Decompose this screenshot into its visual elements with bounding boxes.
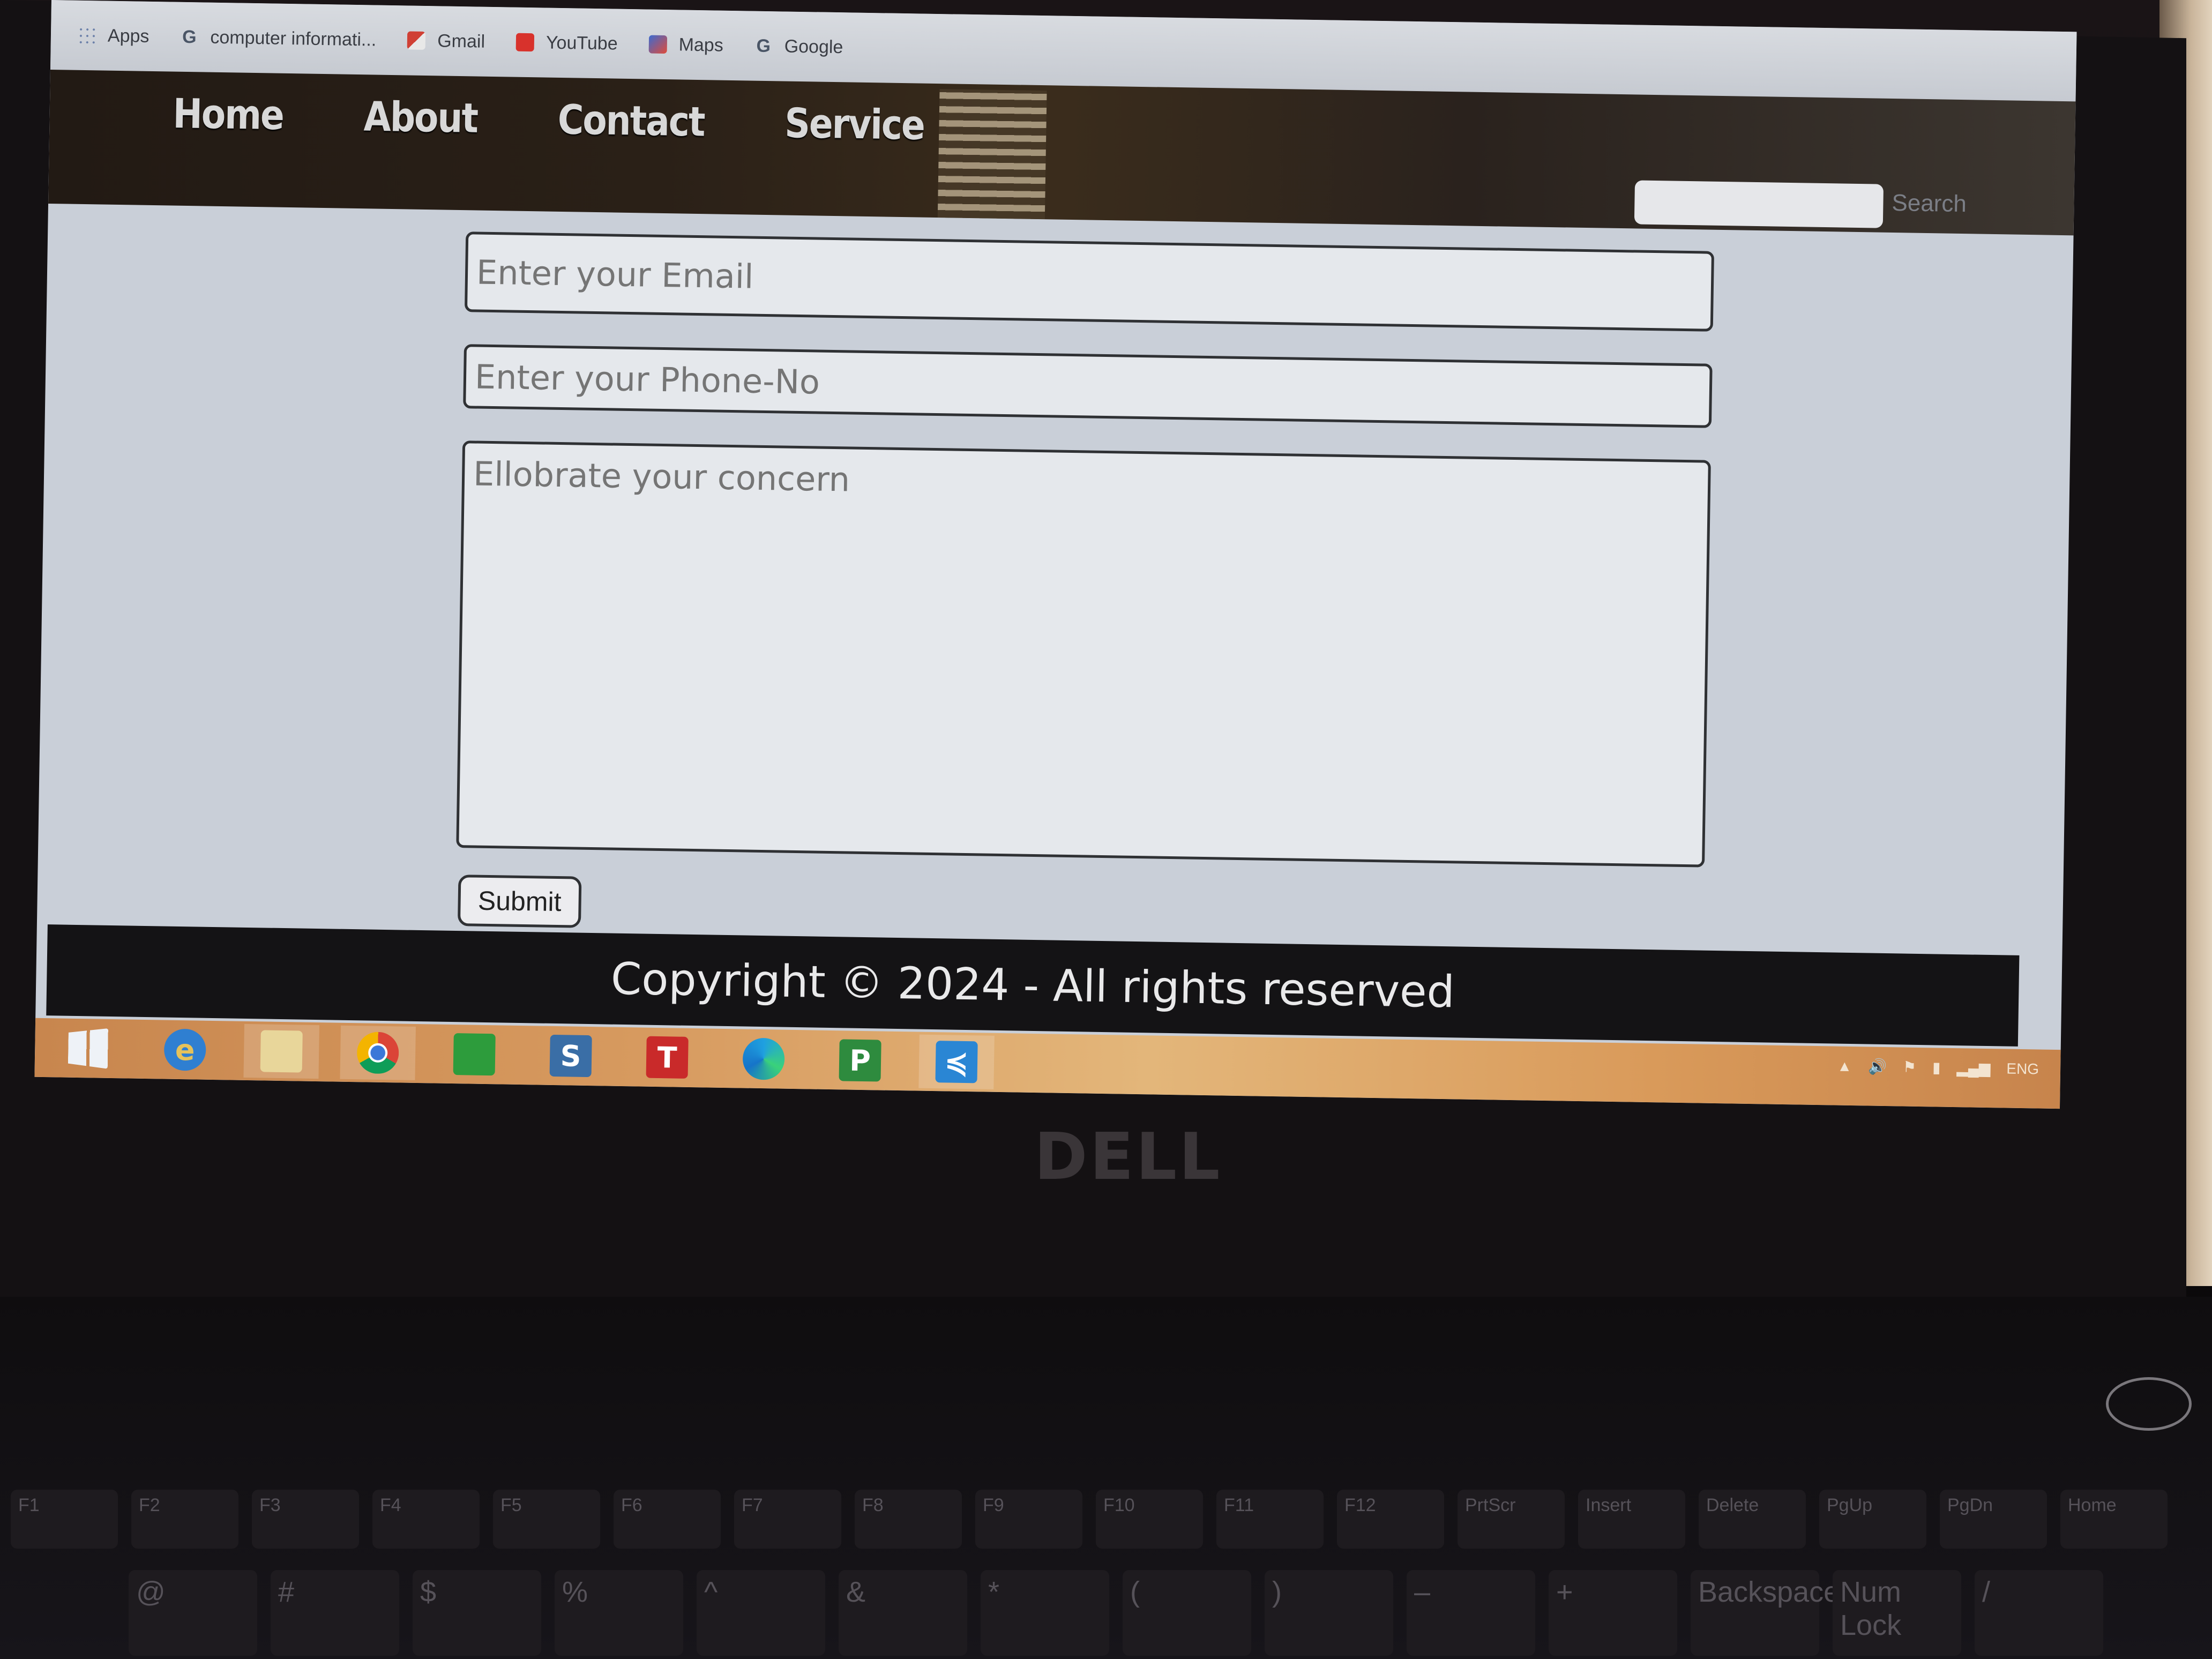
key-pgup[interactable]: PgUp	[1819, 1490, 1926, 1549]
internet-explorer-icon: e	[163, 1028, 206, 1071]
key-f1[interactable]: F1	[11, 1490, 118, 1549]
key-f8[interactable]: F8	[855, 1490, 962, 1549]
p-app-icon: P	[839, 1039, 881, 1082]
key-f6[interactable]: F6	[614, 1490, 721, 1549]
file-explorer-icon	[260, 1030, 303, 1073]
taskbar-edge[interactable]	[726, 1032, 802, 1086]
laptop-screen: Apps G computer informati... Gmail YouTu…	[34, 0, 2077, 1109]
nav-about[interactable]: About	[363, 93, 478, 142]
concern-textarea[interactable]	[456, 440, 1711, 868]
bookmark-label: YouTube	[545, 32, 618, 54]
taskbar-p-app[interactable]: P	[822, 1033, 898, 1088]
key-f12[interactable]: F12	[1337, 1490, 1444, 1549]
key-pgdn[interactable]: PgDn	[1940, 1490, 2047, 1549]
key-f4[interactable]: F4	[372, 1490, 480, 1549]
key-number-row[interactable]: Num Lock	[1833, 1570, 1961, 1656]
nav-home[interactable]: Home	[173, 90, 283, 139]
bookmark-computer-information[interactable]: G computer informati...	[180, 26, 377, 50]
key-number-row[interactable]: @	[129, 1570, 257, 1656]
flag-icon[interactable]: ⚑	[1903, 1058, 1917, 1076]
taskbar-internet-explorer[interactable]: e	[147, 1022, 223, 1077]
email-field[interactable]	[464, 231, 1715, 332]
key-f10[interactable]: F10	[1096, 1490, 1203, 1549]
taskbar-store[interactable]	[436, 1027, 512, 1082]
key-number-row[interactable]: ^	[697, 1570, 825, 1656]
apps-grid-icon	[77, 26, 96, 45]
nav-service[interactable]: Service	[784, 100, 925, 150]
key-number-row[interactable]: )	[1265, 1570, 1393, 1656]
phone-field[interactable]	[463, 344, 1713, 428]
bookmark-maps[interactable]: Maps	[648, 34, 723, 56]
taskbar-t-app[interactable]: T	[629, 1030, 705, 1085]
copyright-text: Copyright © 2024 - All rights reserved	[610, 953, 1455, 1018]
language-indicator[interactable]: ENG	[2006, 1060, 2039, 1078]
store-icon	[453, 1033, 496, 1076]
main-nav: Home About Contact Service	[173, 90, 924, 150]
windows-start-icon	[68, 1028, 109, 1069]
submit-button[interactable]: Submit	[457, 875, 582, 928]
contact-form: Submit	[37, 204, 2074, 953]
system-tray: ▲ 🔊 ⚑ ▮ ▂▄▆ ENG	[1837, 1057, 2039, 1078]
key-f11[interactable]: F11	[1216, 1490, 1324, 1549]
key-f3[interactable]: F3	[252, 1490, 359, 1549]
youtube-icon	[515, 33, 535, 52]
taskbar-vscode[interactable]: ≼	[918, 1034, 995, 1089]
taskbar-s-app[interactable]: S	[533, 1028, 609, 1083]
key-insert[interactable]: Insert	[1578, 1490, 1685, 1549]
google-icon: G	[756, 35, 771, 57]
bookmark-label: Gmail	[437, 30, 485, 52]
key-f2[interactable]: F2	[131, 1490, 238, 1549]
start-button[interactable]	[51, 1021, 127, 1075]
photo-scene: Apps G computer informati... Gmail YouTu…	[0, 0, 2212, 1659]
bookmark-google[interactable]: G Google	[754, 35, 843, 58]
key-number-row[interactable]: *	[981, 1570, 1109, 1656]
signal-icon[interactable]: ▂▄▆	[1956, 1059, 1990, 1077]
chevron-up-icon[interactable]: ▲	[1837, 1057, 1852, 1074]
power-button[interactable]	[2106, 1377, 2192, 1431]
bookmark-apps[interactable]: Apps	[77, 25, 150, 47]
bookmark-youtube[interactable]: YouTube	[515, 32, 618, 54]
key-number-row[interactable]: Backspace	[1691, 1570, 1840, 1656]
battery-icon[interactable]: ▮	[1932, 1058, 1941, 1076]
key-number-row[interactable]: #	[271, 1570, 399, 1656]
header-background-image	[937, 89, 1047, 220]
dell-logo: DELL	[1034, 1120, 1222, 1194]
key-number-row[interactable]: %	[555, 1570, 683, 1656]
maps-icon	[648, 35, 667, 54]
key-number-row[interactable]: &	[839, 1570, 967, 1656]
search-button[interactable]: Search	[1892, 190, 1967, 218]
key-f5[interactable]: F5	[493, 1490, 600, 1549]
bookmark-label: Apps	[107, 25, 150, 47]
vscode-icon: ≼	[935, 1041, 978, 1083]
search-input[interactable]	[1634, 180, 1884, 228]
bookmark-label: Maps	[678, 34, 724, 56]
bookmark-label: computer informati...	[210, 27, 377, 50]
t-app-icon: T	[646, 1036, 689, 1079]
s-app-icon: S	[549, 1034, 592, 1078]
key-number-row[interactable]: +	[1549, 1570, 1677, 1656]
key-number-row[interactable]: /	[1975, 1570, 2103, 1656]
key-f7[interactable]: F7	[734, 1490, 841, 1549]
taskbar-chrome[interactable]	[340, 1025, 416, 1080]
key-number-row[interactable]: (	[1123, 1570, 1251, 1656]
edge-icon	[742, 1037, 785, 1080]
bookmark-gmail[interactable]: Gmail	[407, 30, 485, 52]
key-number-row[interactable]: $	[413, 1570, 541, 1656]
chrome-icon	[356, 1032, 399, 1074]
key-prtscr[interactable]: PrtScr	[1458, 1490, 1565, 1549]
keyboard-keys: F1 F2 F3 F4 F5 F6 F7 F8 F9 F10 F11 F12 PrtScr Insert D…	[0, 1490, 2212, 1659]
gmail-icon	[407, 31, 426, 50]
google-icon: G	[182, 26, 197, 48]
key-number-row[interactable]: –	[1407, 1570, 1535, 1656]
nav-contact[interactable]: Contact	[557, 96, 705, 146]
key-delete[interactable]: Delete	[1699, 1490, 1806, 1549]
key-home[interactable]: Home	[2060, 1490, 2168, 1549]
bookmark-label: Google	[784, 35, 843, 57]
key-f9[interactable]: F9	[975, 1490, 1082, 1549]
taskbar-file-explorer[interactable]	[243, 1023, 320, 1079]
volume-icon[interactable]: 🔊	[1868, 1057, 1887, 1075]
